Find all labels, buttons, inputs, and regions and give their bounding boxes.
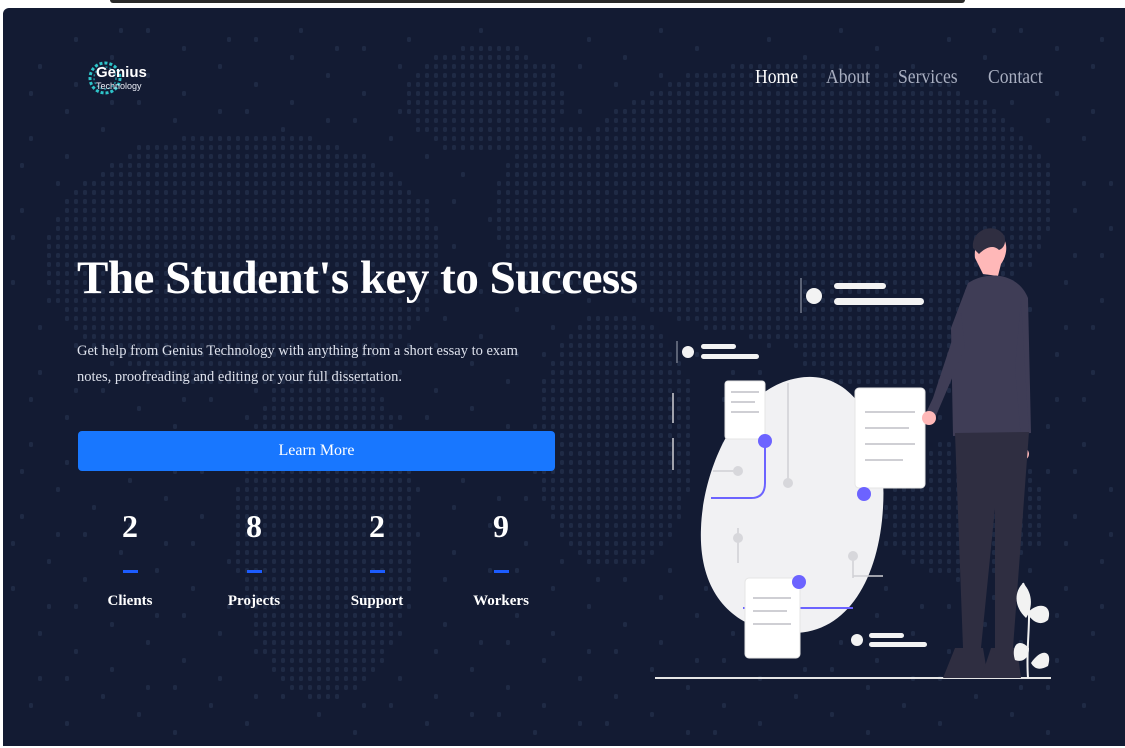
stat-value: 9 (493, 508, 509, 544)
hero-illustration (655, 228, 1051, 679)
main-nav: Home About Services Contact (755, 66, 1050, 89)
stat-underline (369, 570, 385, 573)
stat-label: Support (350, 593, 404, 609)
hero-description: Get help from Genius Technology with any… (77, 343, 518, 385)
window-top-edge (0, 0, 1125, 8)
stat-value: 8 (246, 508, 262, 544)
learn-more-button[interactable]: Learn More (78, 431, 555, 471)
stat-value: 2 (369, 508, 385, 544)
stat-label: Clients (107, 593, 153, 609)
nav-about[interactable]: About (826, 66, 870, 89)
stat-underline (246, 570, 262, 573)
logo-brand-sub: Technology (96, 81, 142, 91)
stat-support: 2 Support (327, 508, 427, 610)
stat-workers: 9 Workers (451, 508, 551, 610)
nav-home[interactable]: Home (755, 66, 798, 89)
horizontal-scrollbar[interactable] (110, 0, 965, 3)
hero-headline: The Student's key to Success (77, 252, 638, 304)
nav-services[interactable]: Services (898, 66, 958, 89)
stat-underline (122, 570, 138, 573)
logo[interactable]: Genius Technology (85, 56, 155, 106)
browser-viewport: Genius Technology Home About Services Co… (0, 0, 1125, 748)
logo-brand-name: Genius (96, 64, 147, 81)
stat-clients: 2 Clients (80, 508, 180, 610)
stat-underline (493, 570, 509, 573)
stat-value: 2 (122, 508, 138, 544)
stat-label: Workers (473, 593, 529, 609)
stat-label: Projects (227, 593, 281, 609)
nav-contact[interactable]: Contact (988, 66, 1043, 89)
stat-projects: 8 Projects (204, 508, 304, 610)
hero-section: Genius Technology Home About Services Co… (3, 8, 1125, 746)
